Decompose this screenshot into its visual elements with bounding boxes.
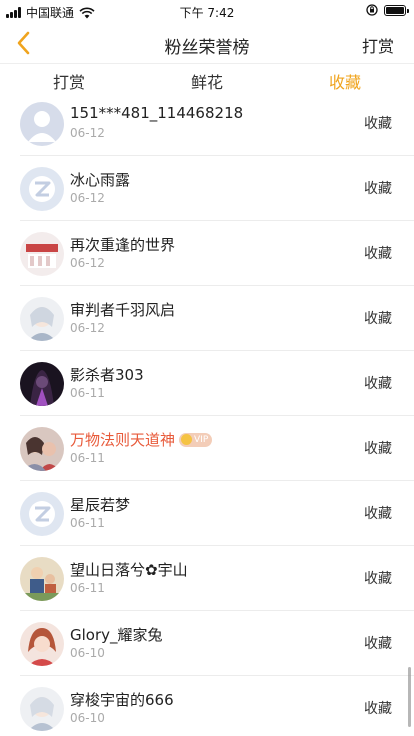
list-item[interactable]: 影杀者303 06-11 收藏 (0, 351, 414, 416)
favorite-action[interactable]: 收藏 (364, 113, 392, 133)
tab-favorites[interactable]: 收藏 (276, 65, 414, 101)
fan-name: 冰心雨露 (70, 171, 131, 189)
tab-bar: 打赏 鲜花 收藏 (0, 65, 414, 101)
reward-button[interactable]: 打赏 (362, 33, 394, 57)
fan-name: Glory_耀家兔 (70, 626, 163, 644)
list-item[interactable]: Glory_耀家兔 06-10 收藏 (0, 611, 414, 676)
favorite-action[interactable]: 收藏 (364, 373, 392, 393)
favorite-action[interactable]: 收藏 (364, 698, 392, 718)
list-item[interactable]: 再次重逢的世界 06-12 收藏 (0, 221, 414, 286)
tab-flowers[interactable]: 鲜花 (138, 65, 276, 101)
favorite-action[interactable]: 收藏 (364, 308, 392, 328)
fan-name: 再次重逢的世界 (70, 236, 176, 254)
avatar (20, 557, 64, 601)
avatar (20, 232, 64, 276)
avatar (20, 102, 64, 146)
list-item[interactable]: 151***481_114468218 06-12 收藏 (0, 101, 414, 156)
fan-list[interactable]: 151***481_114468218 06-12 收藏 冰心雨露 06-12 … (0, 101, 414, 736)
fan-date: 06-11 (70, 386, 105, 400)
favorite-action[interactable]: 收藏 (364, 178, 392, 198)
fan-name: 星辰若梦 (70, 496, 131, 514)
fan-date: 06-12 (70, 321, 105, 335)
tab-reward[interactable]: 打赏 (0, 65, 138, 101)
fan-date: 06-10 (70, 711, 105, 725)
favorite-action[interactable]: 收藏 (364, 503, 392, 523)
favorite-action[interactable]: 收藏 (364, 243, 392, 263)
avatar (20, 622, 64, 666)
fan-date: 06-12 (70, 126, 105, 140)
avatar (20, 362, 64, 406)
favorite-action[interactable]: 收藏 (364, 568, 392, 588)
fan-name: 望山日落兮✿宇山 (70, 561, 188, 579)
page-title: 粉丝荣誉榜 (164, 38, 250, 58)
fan-date: 06-12 (70, 256, 105, 270)
status-bar: 中国联通 下午 7:42 (0, 0, 414, 22)
crown-icon (181, 434, 193, 445)
list-item[interactable]: 审判者千羽风启 06-12 收藏 (0, 286, 414, 351)
fan-date: 06-12 (70, 191, 105, 205)
favorite-action[interactable]: 收藏 (364, 633, 392, 653)
status-right (366, 4, 409, 16)
battery-icon (384, 4, 409, 16)
fan-date: 06-11 (70, 516, 105, 530)
orientation-lock-icon (366, 4, 378, 16)
list-item[interactable]: 望山日落兮✿宇山 06-11 收藏 (0, 546, 414, 611)
fan-name: 影杀者303 (70, 366, 144, 384)
avatar (20, 427, 64, 471)
fan-date: 06-11 (70, 581, 105, 595)
fan-name: 151***481_114468218 (70, 104, 244, 122)
fan-name: 万物法则天道神 VIP (70, 429, 213, 450)
status-time: 下午 7:42 (179, 6, 235, 20)
fan-name: 审判者千羽风启 (70, 301, 176, 319)
vip-badge: VIP (179, 432, 213, 447)
avatar (20, 687, 64, 731)
avatar (20, 167, 64, 211)
favorite-action[interactable]: 收藏 (364, 438, 392, 458)
fan-name: 穿梭宇宙的666 (70, 691, 174, 709)
avatar (20, 492, 64, 536)
fan-date: 06-11 (70, 451, 105, 465)
list-item[interactable]: 穿梭宇宙的666 06-10 收藏 (0, 676, 414, 736)
list-item[interactable]: 万物法则天道神 VIP 06-11 收藏 (0, 416, 414, 481)
avatar (20, 297, 64, 341)
scrollbar[interactable] (408, 667, 411, 727)
fan-date: 06-10 (70, 646, 105, 660)
nav-bar: 粉丝荣誉榜 打赏 (0, 22, 414, 64)
list-item[interactable]: 冰心雨露 06-12 收藏 (0, 156, 414, 221)
list-item[interactable]: 星辰若梦 06-11 收藏 (0, 481, 414, 546)
